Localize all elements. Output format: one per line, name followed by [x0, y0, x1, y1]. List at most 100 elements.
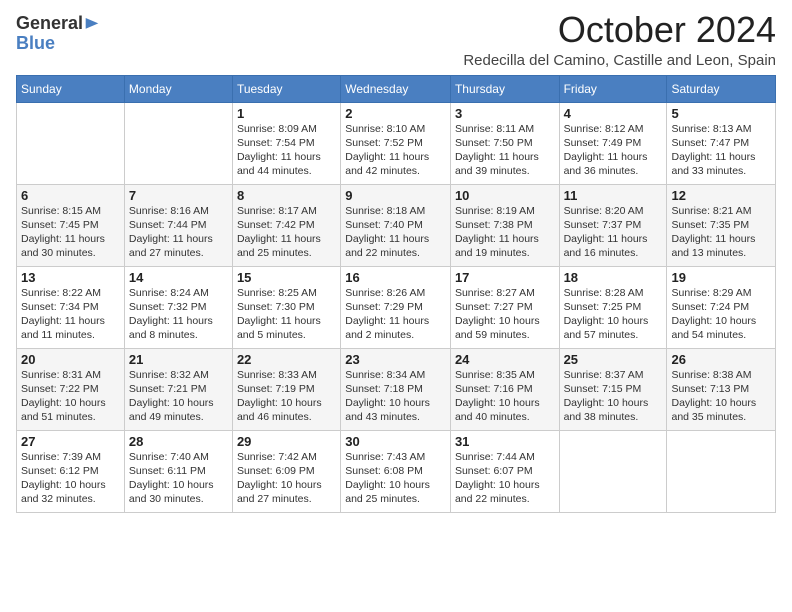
day-info: Sunrise: 8:25 AM Sunset: 7:30 PM Dayligh…	[237, 286, 336, 343]
table-row: 8Sunrise: 8:17 AM Sunset: 7:42 PM Daylig…	[232, 184, 340, 266]
table-row	[17, 102, 125, 184]
day-info: Sunrise: 8:27 AM Sunset: 7:27 PM Dayligh…	[455, 286, 555, 343]
day-info: Sunrise: 7:43 AM Sunset: 6:08 PM Dayligh…	[345, 450, 446, 507]
day-info: Sunrise: 8:33 AM Sunset: 7:19 PM Dayligh…	[237, 368, 336, 425]
table-row: 20Sunrise: 8:31 AM Sunset: 7:22 PM Dayli…	[17, 348, 125, 430]
logo-text: General Blue	[16, 14, 83, 54]
day-info: Sunrise: 7:40 AM Sunset: 6:11 PM Dayligh…	[129, 450, 228, 507]
table-row	[559, 430, 667, 512]
day-number: 7	[129, 188, 228, 203]
day-info: Sunrise: 8:21 AM Sunset: 7:35 PM Dayligh…	[671, 204, 771, 261]
calendar-table: Sunday Monday Tuesday Wednesday Thursday…	[16, 75, 776, 513]
day-info: Sunrise: 7:42 AM Sunset: 6:09 PM Dayligh…	[237, 450, 336, 507]
table-row: 5Sunrise: 8:13 AM Sunset: 7:47 PM Daylig…	[667, 102, 776, 184]
table-row: 19Sunrise: 8:29 AM Sunset: 7:24 PM Dayli…	[667, 266, 776, 348]
table-row: 7Sunrise: 8:16 AM Sunset: 7:44 PM Daylig…	[124, 184, 232, 266]
logo-general: General	[16, 14, 83, 34]
table-row: 12Sunrise: 8:21 AM Sunset: 7:35 PM Dayli…	[667, 184, 776, 266]
table-row: 24Sunrise: 8:35 AM Sunset: 7:16 PM Dayli…	[450, 348, 559, 430]
day-info: Sunrise: 8:38 AM Sunset: 7:13 PM Dayligh…	[671, 368, 771, 425]
table-row: 23Sunrise: 8:34 AM Sunset: 7:18 PM Dayli…	[341, 348, 451, 430]
header: General Blue October 2024 Redecilla del …	[16, 10, 776, 69]
day-number: 29	[237, 434, 336, 449]
day-number: 31	[455, 434, 555, 449]
table-row: 30Sunrise: 7:43 AM Sunset: 6:08 PM Dayli…	[341, 430, 451, 512]
col-tuesday: Tuesday	[232, 75, 340, 102]
day-number: 16	[345, 270, 446, 285]
table-row: 3Sunrise: 8:11 AM Sunset: 7:50 PM Daylig…	[450, 102, 559, 184]
day-info: Sunrise: 8:13 AM Sunset: 7:47 PM Dayligh…	[671, 122, 771, 179]
table-row	[124, 102, 232, 184]
table-row: 4Sunrise: 8:12 AM Sunset: 7:49 PM Daylig…	[559, 102, 667, 184]
day-number: 24	[455, 352, 555, 367]
day-info: Sunrise: 8:37 AM Sunset: 7:15 PM Dayligh…	[564, 368, 663, 425]
day-number: 17	[455, 270, 555, 285]
day-info: Sunrise: 8:29 AM Sunset: 7:24 PM Dayligh…	[671, 286, 771, 343]
logo-flag-icon	[85, 18, 99, 36]
day-number: 26	[671, 352, 771, 367]
calendar-week-row: 27Sunrise: 7:39 AM Sunset: 6:12 PM Dayli…	[17, 430, 776, 512]
day-number: 13	[21, 270, 120, 285]
table-row: 13Sunrise: 8:22 AM Sunset: 7:34 PM Dayli…	[17, 266, 125, 348]
table-row: 22Sunrise: 8:33 AM Sunset: 7:19 PM Dayli…	[232, 348, 340, 430]
col-thursday: Thursday	[450, 75, 559, 102]
day-info: Sunrise: 8:16 AM Sunset: 7:44 PM Dayligh…	[129, 204, 228, 261]
day-info: Sunrise: 8:17 AM Sunset: 7:42 PM Dayligh…	[237, 204, 336, 261]
day-info: Sunrise: 8:10 AM Sunset: 7:52 PM Dayligh…	[345, 122, 446, 179]
day-number: 25	[564, 352, 663, 367]
day-info: Sunrise: 8:35 AM Sunset: 7:16 PM Dayligh…	[455, 368, 555, 425]
day-info: Sunrise: 8:24 AM Sunset: 7:32 PM Dayligh…	[129, 286, 228, 343]
day-number: 30	[345, 434, 446, 449]
day-number: 19	[671, 270, 771, 285]
table-row: 28Sunrise: 7:40 AM Sunset: 6:11 PM Dayli…	[124, 430, 232, 512]
day-number: 8	[237, 188, 336, 203]
day-number: 14	[129, 270, 228, 285]
day-number: 28	[129, 434, 228, 449]
day-info: Sunrise: 8:22 AM Sunset: 7:34 PM Dayligh…	[21, 286, 120, 343]
table-row: 29Sunrise: 7:42 AM Sunset: 6:09 PM Dayli…	[232, 430, 340, 512]
day-info: Sunrise: 8:15 AM Sunset: 7:45 PM Dayligh…	[21, 204, 120, 261]
col-wednesday: Wednesday	[341, 75, 451, 102]
day-number: 27	[21, 434, 120, 449]
calendar-week-row: 20Sunrise: 8:31 AM Sunset: 7:22 PM Dayli…	[17, 348, 776, 430]
location-subtitle: Redecilla del Camino, Castille and Leon,…	[463, 52, 776, 69]
calendar-header-row: Sunday Monday Tuesday Wednesday Thursday…	[17, 75, 776, 102]
table-row: 2Sunrise: 8:10 AM Sunset: 7:52 PM Daylig…	[341, 102, 451, 184]
day-number: 12	[671, 188, 771, 203]
day-number: 15	[237, 270, 336, 285]
table-row: 25Sunrise: 8:37 AM Sunset: 7:15 PM Dayli…	[559, 348, 667, 430]
calendar-week-row: 13Sunrise: 8:22 AM Sunset: 7:34 PM Dayli…	[17, 266, 776, 348]
table-row: 16Sunrise: 8:26 AM Sunset: 7:29 PM Dayli…	[341, 266, 451, 348]
table-row: 1Sunrise: 8:09 AM Sunset: 7:54 PM Daylig…	[232, 102, 340, 184]
table-row: 6Sunrise: 8:15 AM Sunset: 7:45 PM Daylig…	[17, 184, 125, 266]
table-row: 31Sunrise: 7:44 AM Sunset: 6:07 PM Dayli…	[450, 430, 559, 512]
calendar-page: General Blue October 2024 Redecilla del …	[0, 0, 792, 612]
title-section: October 2024 Redecilla del Camino, Casti…	[463, 10, 776, 69]
table-row: 14Sunrise: 8:24 AM Sunset: 7:32 PM Dayli…	[124, 266, 232, 348]
day-info: Sunrise: 8:26 AM Sunset: 7:29 PM Dayligh…	[345, 286, 446, 343]
col-sunday: Sunday	[17, 75, 125, 102]
day-info: Sunrise: 8:12 AM Sunset: 7:49 PM Dayligh…	[564, 122, 663, 179]
table-row: 11Sunrise: 8:20 AM Sunset: 7:37 PM Dayli…	[559, 184, 667, 266]
day-info: Sunrise: 8:31 AM Sunset: 7:22 PM Dayligh…	[21, 368, 120, 425]
day-number: 21	[129, 352, 228, 367]
day-number: 1	[237, 106, 336, 121]
table-row	[667, 430, 776, 512]
day-number: 22	[237, 352, 336, 367]
day-number: 2	[345, 106, 446, 121]
day-info: Sunrise: 8:32 AM Sunset: 7:21 PM Dayligh…	[129, 368, 228, 425]
day-info: Sunrise: 8:28 AM Sunset: 7:25 PM Dayligh…	[564, 286, 663, 343]
day-info: Sunrise: 8:18 AM Sunset: 7:40 PM Dayligh…	[345, 204, 446, 261]
calendar-week-row: 1Sunrise: 8:09 AM Sunset: 7:54 PM Daylig…	[17, 102, 776, 184]
day-number: 20	[21, 352, 120, 367]
table-row: 21Sunrise: 8:32 AM Sunset: 7:21 PM Dayli…	[124, 348, 232, 430]
calendar-week-row: 6Sunrise: 8:15 AM Sunset: 7:45 PM Daylig…	[17, 184, 776, 266]
table-row: 15Sunrise: 8:25 AM Sunset: 7:30 PM Dayli…	[232, 266, 340, 348]
day-number: 4	[564, 106, 663, 121]
col-saturday: Saturday	[667, 75, 776, 102]
logo-blue: Blue	[16, 34, 83, 54]
month-title: October 2024	[463, 10, 776, 50]
day-number: 6	[21, 188, 120, 203]
table-row: 18Sunrise: 8:28 AM Sunset: 7:25 PM Dayli…	[559, 266, 667, 348]
day-info: Sunrise: 8:20 AM Sunset: 7:37 PM Dayligh…	[564, 204, 663, 261]
